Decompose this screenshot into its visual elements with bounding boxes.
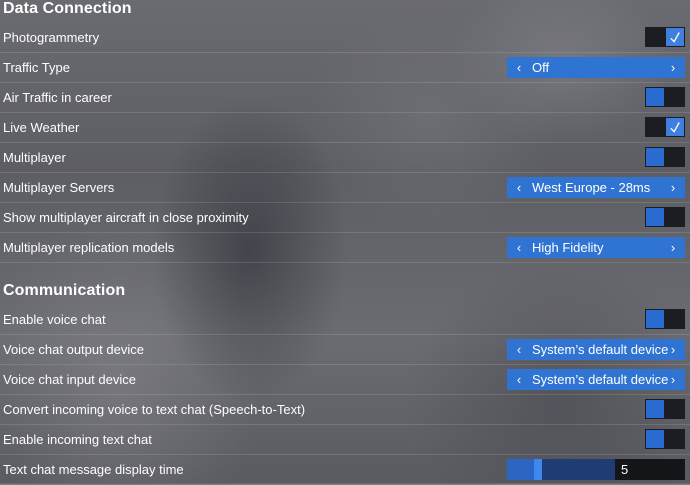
setting-row-multiplayer-servers: Multiplayer Servers ‹ West Europe - 28ms › [0,173,690,203]
photogrammetry-toggle[interactable] [645,27,685,47]
air-traffic-in-career-toggle[interactable] [645,87,685,107]
setting-row-enable-voice-chat: Enable voice chat [0,305,690,335]
voice-chat-output-device-selector: ‹ System’s default device › [507,339,685,360]
chevron-right-icon[interactable]: › [664,57,682,78]
setting-row-air-traffic-in-career: Air Traffic in career [0,83,690,113]
toggle-knob [646,310,664,328]
setting-label: Air Traffic in career [3,90,112,105]
toggle-knob [646,148,664,166]
chevron-left-icon[interactable]: ‹ [510,177,528,198]
multiplayer-servers-selector: ‹ West Europe - 28ms › [507,177,685,198]
text-chat-message-display-time-slider: 5 [507,459,685,480]
setting-label: Show multiplayer aircraft in close proxi… [3,210,249,225]
setting-label: Voice chat output device [3,342,144,357]
chevron-left-icon[interactable]: ‹ [510,369,528,390]
selector-value: System’s default device [532,342,669,357]
voice-chat-input-device-selector: ‹ System’s default device › [507,369,685,390]
selector-value: Off [532,60,550,75]
setting-label: Traffic Type [3,60,70,75]
setting-row-voice-chat-input-device: Voice chat input device ‹ System’s default… [0,365,690,395]
setting-label: Photogrammetry [3,30,100,45]
chevron-right-icon[interactable]: › [664,369,682,390]
chevron-right-icon[interactable]: › [664,237,682,258]
checkmark-icon [670,122,680,133]
slider-value-box[interactable]: 5 [615,459,685,480]
traffic-type-selector: ‹ Off › [507,57,685,78]
toggle-knob [646,430,664,448]
toggle-knob [666,28,684,46]
enable-incoming-text-chat-toggle[interactable] [645,429,685,449]
chevron-left-icon[interactable]: ‹ [510,237,528,258]
setting-label: Live Weather [3,120,80,135]
setting-row-multiplayer-replication-models: Multiplayer replication models ‹ High Fide… [0,233,690,263]
show-multiplayer-aircraft-in-close-proximity-toggle[interactable] [645,207,685,227]
setting-label: Text chat message display time [3,462,184,477]
setting-label: Multiplayer [3,150,66,165]
setting-row-convert-incoming-voice-to-text-chat-speech-to-text: Convert incoming voice to text chat (Spe… [0,395,690,425]
chevron-left-icon[interactable]: ‹ [510,339,528,360]
setting-row-enable-incoming-text-chat: Enable incoming text chat [0,425,690,455]
setting-label: Enable incoming text chat [3,432,152,447]
chevron-right-icon[interactable]: › [664,339,682,360]
chevron-left-icon[interactable]: ‹ [510,57,528,78]
setting-row-live-weather: Live Weather [0,113,690,143]
enable-voice-chat-toggle[interactable] [645,309,685,329]
live-weather-toggle[interactable] [645,117,685,137]
setting-row-voice-chat-output-device: Voice chat output device ‹ System’s defaul… [0,335,690,365]
chevron-right-icon[interactable]: › [664,177,682,198]
setting-row-traffic-type: Traffic Type ‹ Off › [0,53,690,83]
toggle-knob [666,118,684,136]
checkmark-icon [670,32,680,43]
selector-value: High Fidelity [532,240,604,255]
selector-value: West Europe - 28ms [532,180,651,195]
setting-row-show-multiplayer-aircraft-in-close-proximity: Show multiplayer aircraft in close proxi… [0,203,690,233]
setting-label: Convert incoming voice to text chat (Spe… [3,402,306,417]
toggle-knob [646,88,664,106]
setting-row-text-chat-message-display-time: Text chat message display time 5 [0,455,690,485]
setting-row-multiplayer: Multiplayer [0,143,690,173]
setting-label: Multiplayer Servers [3,180,115,195]
setting-row-photogrammetry: Photogrammetry [0,23,690,53]
slider-thumb[interactable] [534,459,542,480]
slider-track[interactable] [507,459,615,480]
setting-label: Voice chat input device [3,372,136,387]
setting-label: Enable voice chat [3,312,106,327]
setting-label: Multiplayer replication models [3,240,175,255]
convert-incoming-voice-to-text-chat-speech-to-text-toggle[interactable] [645,399,685,419]
toggle-knob [646,208,664,226]
toggle-knob [646,400,664,418]
slider-fill [507,459,534,480]
multiplayer-toggle[interactable] [645,147,685,167]
section-title-communication: Communication [3,282,126,299]
selector-value: System’s default device [532,372,669,387]
slider-value: 5 [621,462,629,477]
multiplayer-replication-models-selector: ‹ High Fidelity › [507,237,685,258]
section-title-data-connection: Data Connection [3,0,132,17]
